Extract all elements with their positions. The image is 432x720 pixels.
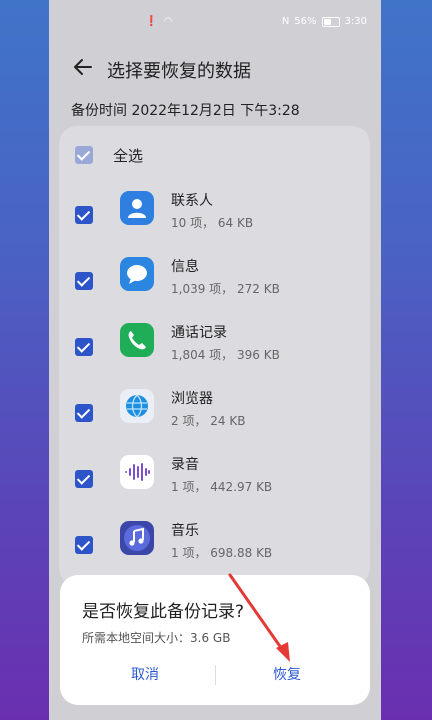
messages-icon	[120, 257, 154, 291]
item-meta: 1 项， 442.97 KB	[171, 480, 273, 494]
item-name: 通话记录	[171, 325, 227, 341]
select-all-checkbox[interactable]	[75, 146, 93, 164]
item-name: 录音	[171, 457, 199, 473]
item-name: 音乐	[171, 523, 199, 539]
music-icon	[120, 521, 154, 555]
checkbox-recorder[interactable]	[75, 470, 93, 488]
page-title: 选择要恢复的数据	[107, 61, 251, 82]
wifi-icon: ◠	[163, 16, 173, 27]
list-item-browser[interactable]: 浏览器 2 项， 24 KB	[59, 380, 370, 446]
nfc-icon: N	[281, 16, 290, 27]
item-name: 信息	[171, 259, 199, 275]
item-meta: 2 项， 24 KB	[171, 414, 246, 428]
item-meta: 10 项， 64 KB	[171, 216, 254, 230]
checkbox-messages[interactable]	[75, 272, 93, 290]
back-arrow-icon[interactable]	[71, 55, 95, 79]
battery-icon	[321, 16, 340, 27]
item-meta: 1 项， 698.88 KB	[171, 546, 273, 560]
list-item-music[interactable]: 音乐 1 项， 698.88 KB	[59, 512, 370, 578]
phone-icon	[120, 323, 154, 357]
list-item-messages[interactable]: 信息 1,039 项， 272 KB	[59, 248, 370, 314]
status-left-icons: ❗ ◠	[145, 16, 172, 27]
item-name: 浏览器	[171, 391, 213, 407]
restore-dialog: 是否恢复此备份记录? 所需本地空间大小：3.6 GB 取消 恢复	[60, 575, 370, 705]
notification-icon: ❗	[145, 16, 158, 27]
list-item-call-log[interactable]: 通话记录 1,804 项， 396 KB	[59, 314, 370, 380]
select-all-label: 全选	[113, 146, 144, 165]
item-meta: 1,804 项， 396 KB	[171, 348, 280, 362]
dialog-subtitle: 所需本地空间大小：3.6 GB	[82, 631, 231, 645]
data-list-card: 全选 联系人 10 项， 64 KB 信息 1,039 项， 272 KB 通话…	[59, 126, 370, 586]
item-meta: 1,039 项， 272 KB	[171, 282, 280, 296]
cancel-button[interactable]: 取消	[70, 663, 220, 687]
backup-time: 备份时间 2022年12月2日 下午3:28	[71, 103, 300, 119]
status-bar: ❗ ◠ N 56% 3:30	[49, 0, 381, 46]
status-right: N 56% 3:30	[282, 16, 367, 27]
dialog-title: 是否恢复此备份记录?	[82, 602, 245, 622]
checkbox-browser[interactable]	[75, 404, 93, 422]
checkbox-music[interactable]	[75, 536, 93, 554]
checkbox-call-log[interactable]	[75, 338, 93, 356]
browser-icon	[120, 389, 154, 423]
list-item-recorder[interactable]: 录音 1 项， 442.97 KB	[59, 446, 370, 512]
status-time: 3:30	[344, 16, 367, 27]
item-name: 联系人	[171, 193, 213, 209]
battery-percent: 56%	[294, 16, 317, 27]
header: 选择要恢复的数据	[49, 52, 381, 86]
contacts-icon	[120, 191, 154, 225]
checkbox-contacts[interactable]	[75, 206, 93, 224]
list-item-contacts[interactable]: 联系人 10 项， 64 KB	[59, 182, 370, 248]
recorder-icon	[120, 455, 154, 489]
restore-button[interactable]: 恢复	[212, 663, 362, 687]
select-all-row[interactable]: 全选	[75, 144, 143, 166]
